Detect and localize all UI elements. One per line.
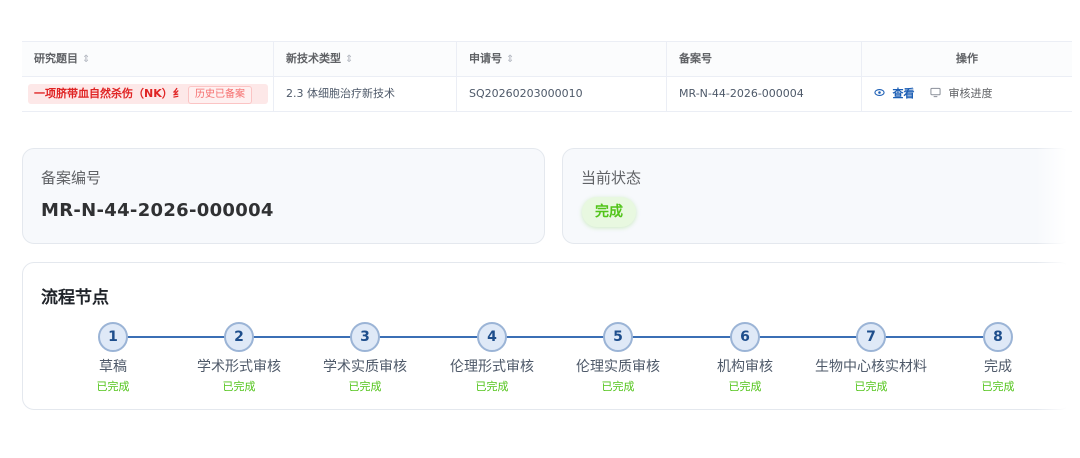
step-name: 学术形式审核	[197, 359, 281, 375]
step-status: 已完成	[222, 380, 256, 393]
review-progress-button[interactable]: 审核进度	[930, 77, 993, 111]
cell-record-no: MR-N-44-2026-000004	[667, 77, 862, 111]
monitor-icon	[930, 87, 945, 100]
title-highlight: 一项脐带血自然杀伤（NK）纟 历史已备案	[28, 84, 268, 104]
sort-icon[interactable]: ⇕	[82, 54, 90, 65]
flow-step-institution-review: 6 机构审核 已完成	[685, 322, 805, 394]
cell-actions: 查看 审核进度	[862, 77, 1072, 111]
column-header-label: 研究题目	[34, 52, 78, 65]
records-table: 研究题目 ⇕ 新技术类型 ⇕ 申请号 ⇕ 备案号 操作 一项脐带血自然杀伤（NK）纟 …	[22, 41, 1072, 112]
flow-step-draft: 1 草稿 已完成	[53, 322, 173, 394]
column-header-label: 新技术类型	[286, 52, 341, 65]
flow-step-ethics-form-review: 4 伦理形式审核 已完成	[432, 322, 552, 394]
step-number: 5	[603, 322, 633, 352]
column-header-actions: 操作	[862, 42, 1072, 76]
step-status: 已完成	[981, 380, 1015, 393]
step-status: 已完成	[348, 380, 382, 393]
step-number: 8	[983, 322, 1013, 352]
flow-step-academic-form-review: 2 学术形式审核 已完成	[179, 322, 299, 394]
step-number: 1	[98, 322, 128, 352]
step-status: 已完成	[475, 380, 509, 393]
step-name: 草稿	[99, 359, 127, 375]
column-header-label: 备案号	[679, 52, 712, 65]
step-number: 4	[477, 322, 507, 352]
column-header-title[interactable]: 研究题目 ⇕	[22, 42, 274, 76]
flow-step-bio-center-verification: 7 生物中心核实材料 已完成	[811, 322, 931, 394]
record-number-value: MR-N-44-2026-000004	[41, 200, 274, 221]
flow-title: 流程节点	[41, 288, 109, 308]
cell-tech-type: 2.3 体细胞治疗新技术	[274, 77, 457, 111]
flow-step-academic-substantive-review: 3 学术实质审核 已完成	[305, 322, 425, 394]
step-status: 已完成	[601, 380, 635, 393]
column-header-record-no: 备案号	[667, 42, 862, 76]
step-name: 完成	[984, 359, 1012, 375]
table-row: 一项脐带血自然杀伤（NK）纟 历史已备案 2.3 体细胞治疗新技术 SQ2026…	[22, 77, 1072, 112]
step-name: 机构审核	[717, 359, 773, 375]
record-number-label: 备案编号	[41, 169, 102, 187]
process-flow-card: 流程节点 1 草稿 已完成 2 学术形式审核 已完成 3 学术实质审核 已完成 …	[22, 262, 1072, 410]
step-name: 生物中心核实材料	[815, 359, 927, 375]
cell-title: 一项脐带血自然杀伤（NK）纟 历史已备案	[22, 77, 274, 111]
sort-icon[interactable]: ⇕	[506, 54, 514, 65]
research-title[interactable]: 一项脐带血自然杀伤（NK）纟	[34, 84, 184, 104]
view-label: 查看	[892, 87, 915, 100]
step-number: 2	[224, 322, 254, 352]
sort-icon[interactable]: ⇕	[345, 54, 353, 65]
column-header-application-no[interactable]: 申请号 ⇕	[457, 42, 667, 76]
record-number-card: 备案编号 MR-N-44-2026-000004	[22, 148, 545, 244]
column-header-label: 申请号	[469, 52, 502, 65]
step-number: 3	[350, 322, 380, 352]
current-status-card: 当前状态 完成	[562, 148, 1072, 244]
step-name: 学术实质审核	[323, 359, 407, 375]
column-header-tech-type[interactable]: 新技术类型 ⇕	[274, 42, 457, 76]
step-name: 伦理实质审核	[576, 359, 660, 375]
status-badge: 完成	[582, 197, 636, 227]
flow-step-complete: 8 完成 已完成	[938, 322, 1058, 394]
step-status: 已完成	[728, 380, 762, 393]
current-status-label: 当前状态	[581, 169, 642, 187]
step-number: 6	[730, 322, 760, 352]
view-button[interactable]: 查看	[874, 77, 915, 111]
step-number: 7	[856, 322, 886, 352]
review-progress-label: 审核进度	[948, 87, 993, 100]
table-header-row: 研究题目 ⇕ 新技术类型 ⇕ 申请号 ⇕ 备案号 操作	[22, 42, 1072, 77]
column-header-label: 操作	[956, 52, 978, 65]
step-status: 已完成	[96, 380, 130, 393]
cell-application-no: SQ20260203000010	[457, 77, 667, 111]
flow-step-ethics-substantive-review: 5 伦理实质审核 已完成	[558, 322, 678, 394]
step-status: 已完成	[854, 380, 888, 393]
step-name: 伦理形式审核	[450, 359, 534, 375]
history-tag: 历史已备案	[188, 86, 252, 104]
eye-icon	[874, 87, 889, 100]
